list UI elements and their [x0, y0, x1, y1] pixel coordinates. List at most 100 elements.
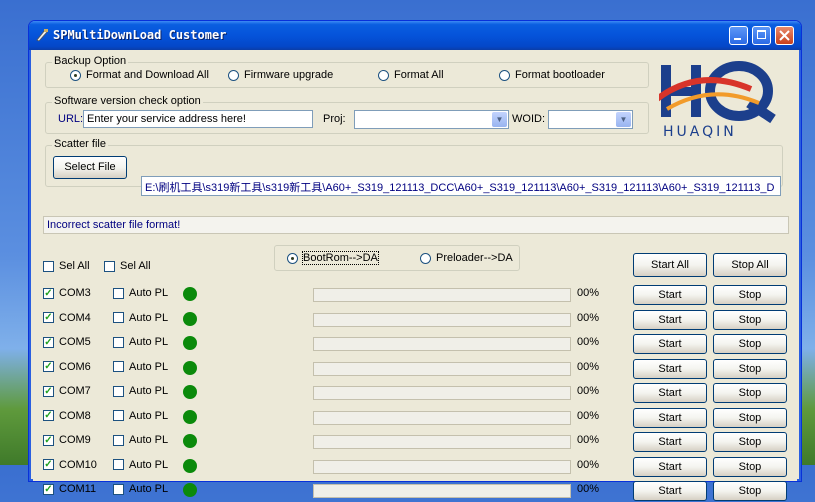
window-title: SPMultiDownLoad Customer — [53, 28, 227, 42]
port-stop-button[interactable]: Stop — [713, 358, 787, 379]
progress-bar — [313, 312, 571, 327]
port-stop-button[interactable]: Stop — [713, 285, 787, 305]
woid-select[interactable]: ▼ — [548, 110, 633, 129]
sel-all-checkbox-1[interactable]: Sel All — [43, 260, 90, 272]
huaqin-logo: HUAQIN — [659, 61, 776, 139]
checkbox-checked-icon: ✓ — [43, 385, 54, 397]
scatter-file-label: Scatter file — [52, 138, 108, 150]
progress-percent: 00% — [577, 311, 600, 324]
auto-pl-label: Auto PL — [129, 311, 169, 324]
auto-pl-checkbox[interactable]: Auto PL — [113, 312, 168, 324]
port-stop-button[interactable]: Stop — [713, 481, 787, 501]
start-all-button[interactable]: Start All — [633, 253, 707, 277]
progress-percent: 00% — [577, 360, 600, 373]
port-stop-button[interactable]: Stop — [713, 456, 787, 477]
checkbox-icon — [43, 260, 54, 272]
auto-pl-label: Auto PL — [129, 385, 169, 397]
auto-pl-checkbox[interactable]: Auto PL — [113, 287, 168, 299]
stop-all-button[interactable]: Stop All — [713, 253, 787, 277]
auto-pl-checkbox[interactable]: Auto PL — [113, 434, 168, 446]
port-row: ✓ COM4 Auto PL 00% Start Stop — [33, 309, 797, 331]
port-start-button[interactable]: Start — [633, 358, 707, 379]
radio-format-download-all[interactable]: Format and Download All — [70, 69, 209, 81]
port-row: ✓ COM11 Auto PL 00% Start Stop — [33, 480, 797, 502]
com-port-label: COM5 — [59, 336, 91, 348]
checkbox-checked-icon: ✓ — [43, 312, 54, 323]
com-port-checkbox[interactable]: ✓ COM7 — [43, 385, 91, 397]
radio-format-all[interactable]: Format All — [378, 69, 444, 81]
com-port-checkbox[interactable]: ✓ COM4 — [43, 312, 91, 324]
port-status-icon — [183, 360, 197, 375]
chevron-down-icon[interactable]: ▼ — [492, 112, 507, 127]
com-port-checkbox[interactable]: ✓ COM5 — [43, 336, 91, 348]
checkbox-icon — [104, 260, 115, 272]
radio-label: Format and Download All — [86, 69, 209, 81]
port-start-button[interactable]: Start — [633, 309, 707, 330]
progress-percent: 00% — [577, 483, 600, 495]
com-port-checkbox[interactable]: ✓ COM11 — [43, 483, 96, 495]
com-port-checkbox[interactable]: ✓ COM6 — [43, 361, 91, 373]
com-port-checkbox[interactable]: ✓ COM8 — [43, 410, 91, 422]
minimize-button[interactable] — [729, 26, 748, 45]
port-start-button[interactable]: Start — [633, 383, 707, 403]
proj-select[interactable]: ▼ — [354, 110, 509, 129]
radio-label: BootRom-->DA — [302, 251, 379, 265]
checkbox-icon — [113, 361, 124, 372]
port-start-button[interactable]: Start — [633, 481, 707, 501]
sel-all-label: Sel All — [120, 260, 151, 272]
radio-preloader-da[interactable]: Preloader-->DA — [420, 252, 513, 264]
checkbox-icon — [113, 287, 124, 299]
port-start-button[interactable]: Start — [633, 334, 707, 354]
port-start-button[interactable]: Start — [633, 456, 707, 477]
port-stop-button[interactable]: Stop — [713, 407, 787, 428]
port-status-icon — [183, 458, 197, 473]
port-start-button[interactable]: Start — [633, 285, 707, 305]
com-port-checkbox[interactable]: ✓ COM9 — [43, 434, 91, 446]
checkbox-checked-icon: ✓ — [43, 410, 54, 421]
port-row: ✓ COM6 Auto PL 00% Start Stop — [33, 358, 797, 380]
radio-label: Format bootloader — [515, 69, 605, 81]
port-start-button[interactable]: Start — [633, 432, 707, 452]
progress-bar — [313, 361, 571, 376]
port-stop-button[interactable]: Stop — [713, 432, 787, 452]
sel-all-checkbox-2[interactable]: Sel All — [104, 260, 151, 272]
auto-pl-checkbox[interactable]: Auto PL — [113, 385, 168, 397]
chevron-down-icon[interactable]: ▼ — [616, 112, 631, 127]
auto-pl-label: Auto PL — [129, 483, 169, 495]
close-button[interactable] — [775, 26, 794, 45]
scatter-path-field[interactable]: E:\刷机工具\s319新工具\s319新工具\A60+_S319_121113… — [141, 176, 781, 196]
maximize-button[interactable] — [752, 26, 771, 45]
radio-label: Format All — [394, 69, 444, 81]
auto-pl-checkbox[interactable]: Auto PL — [113, 410, 168, 422]
auto-pl-checkbox[interactable]: Auto PL — [113, 336, 168, 348]
com-port-label: COM4 — [59, 311, 91, 324]
auto-pl-checkbox[interactable]: Auto PL — [113, 361, 168, 373]
auto-pl-checkbox[interactable]: Auto PL — [113, 483, 168, 495]
com-port-checkbox[interactable]: ✓ COM3 — [43, 287, 91, 299]
com-port-label: COM11 — [59, 483, 97, 495]
minimize-icon — [734, 38, 741, 40]
radio-button-icon — [420, 252, 431, 264]
port-start-button[interactable]: Start — [633, 407, 707, 428]
url-label: URL: — [58, 113, 84, 125]
checkbox-icon — [113, 312, 124, 323]
title-bar[interactable]: SPMultiDownLoad Customer — [29, 21, 801, 50]
port-row: ✓ COM3 Auto PL 00% Start Stop — [33, 284, 797, 306]
select-file-button[interactable]: Select File — [53, 156, 127, 179]
progress-bar — [313, 410, 571, 425]
port-stop-button[interactable]: Stop — [713, 309, 787, 330]
port-status-icon — [183, 483, 197, 497]
radio-firmware-upgrade[interactable]: Firmware upgrade — [228, 69, 333, 81]
radio-button-icon — [228, 69, 239, 81]
radio-button-icon — [287, 252, 298, 264]
url-input[interactable]: Enter your service address here! — [83, 110, 313, 128]
port-stop-button[interactable]: Stop — [713, 334, 787, 354]
port-stop-button[interactable]: Stop — [713, 383, 787, 403]
main-window: SPMultiDownLoad Customer Backup Option F… — [28, 20, 802, 501]
checkbox-icon — [113, 483, 124, 495]
checkbox-icon — [113, 336, 124, 348]
port-row: ✓ COM5 Auto PL 00% Start Stop — [33, 333, 797, 355]
radio-bootrom-da[interactable]: BootRom-->DA — [287, 251, 379, 265]
radio-format-bootloader[interactable]: Format bootloader — [499, 69, 605, 81]
progress-bar — [313, 337, 571, 351]
